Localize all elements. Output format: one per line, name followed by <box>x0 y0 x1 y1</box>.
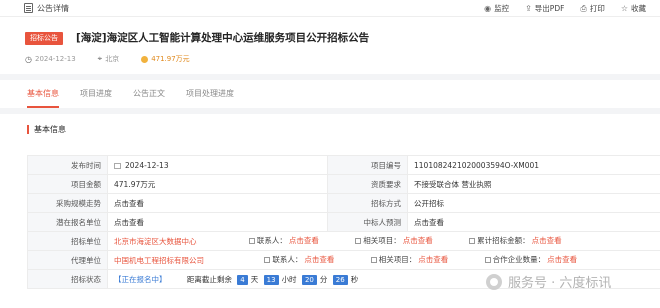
favorite-button[interactable]: ☆ 收藏 <box>621 3 646 14</box>
info-table: 发布时间 2024-12-13 项目编号 1101082421020003594… <box>27 155 660 289</box>
countdown-hours: 13 <box>263 274 279 285</box>
tenderer-related: 相关项目： 点击查看 <box>355 235 433 246</box>
agency-contact: 联系人： 点击查看 <box>264 254 334 265</box>
tenderer-org-link[interactable]: 北京市海淀区大数据中心 <box>114 236 197 247</box>
export-icon: ⇪ <box>525 4 532 13</box>
status-text: 【正在报名中】 <box>114 274 167 284</box>
table-row: 发布时间 2024-12-13 项目编号 1101082421020003594… <box>27 155 660 175</box>
page-heading: 公告详情 <box>24 3 69 14</box>
watermark: 服务号 · 六度标讯 <box>486 272 611 291</box>
region: ⌖ 北京 <box>97 54 120 63</box>
value-project-amount: 471.97万元 <box>107 174 328 194</box>
star-icon: ☆ <box>620 4 628 13</box>
tab-bar: 基本信息 项目进度 公告正文 项目处理进度 <box>0 80 660 108</box>
print-button[interactable]: ⎙ 打印 <box>580 3 604 14</box>
deadline-label: 距离截止剩余 <box>186 274 232 284</box>
notice-header: 招标公告 [海淀]海淀区人工智能计算处理中心运维服务项目公开招标公告 ◷ 2024… <box>0 17 660 74</box>
agency-contact-link[interactable]: 点击查看 <box>304 254 334 265</box>
checkbox-icon <box>469 237 476 244</box>
checkbox-icon <box>484 256 491 263</box>
agency-related: 相关项目： 点击查看 <box>370 254 448 265</box>
agency-org-link[interactable]: 中国机电工程招标有限公司 <box>114 255 204 266</box>
label-bid-method: 招标方式 <box>327 193 408 213</box>
value-bid-method: 公开招标 <box>407 193 660 213</box>
table-row: 项目金额 471.97万元 资质要求 不接受联合体 营业执照 <box>27 174 660 194</box>
procurement-trend-link[interactable]: 点击查看 <box>107 193 328 213</box>
label-qualification: 资质要求 <box>327 174 408 194</box>
label-tenderer: 招标单位 <box>27 231 108 251</box>
checkbox-icon <box>370 256 377 263</box>
wechat-icon <box>486 273 502 290</box>
label-potential-bidders: 潜在报名单位 <box>27 212 108 232</box>
tenderer-contact-link[interactable]: 点击查看 <box>289 235 319 246</box>
calendar-icon <box>114 162 121 169</box>
agency-related-link[interactable]: 点击查看 <box>418 254 448 265</box>
notice-meta: ◷ 2024-12-13 ⌖ 北京 471.97万元 <box>25 54 190 64</box>
value-qualification: 不接受联合体 营业执照 <box>407 174 660 194</box>
agency-partners-link[interactable]: 点击查看 <box>547 254 577 265</box>
label-procurement-trend: 采购规模走势 <box>27 193 108 213</box>
table-row: 采购规模走势 点击查看 招标方式 公开招标 <box>27 193 660 213</box>
checkbox-icon <box>264 256 271 263</box>
notice-type-badge: 招标公告 <box>25 32 63 45</box>
table-row: 潜在报名单位 点击查看 中标人预测 点击查看 <box>27 212 660 232</box>
tab-notice-body[interactable]: 公告正文 <box>133 80 165 108</box>
countdown-seconds: 26 <box>332 274 348 285</box>
winner-prediction-link[interactable]: 点击查看 <box>407 212 660 232</box>
page-title: 公告详情 <box>37 3 69 13</box>
tab-project-progress[interactable]: 项目进度 <box>80 80 112 108</box>
document-icon <box>24 3 33 13</box>
countdown-days: 4 <box>237 274 248 285</box>
coin-icon <box>141 55 149 63</box>
monitor-icon: ◉ <box>484 4 492 13</box>
amount: 471.97万元 <box>141 54 190 64</box>
export-pdf-button[interactable]: ⇪ 导出PDF <box>525 3 564 14</box>
label-project-number: 项目编号 <box>327 155 408 175</box>
calendar-icon: ◷ <box>25 54 32 64</box>
value-publish-time: 2024-12-13 <box>107 155 328 175</box>
countdown-minutes: 20 <box>301 274 317 285</box>
label-publish-time: 发布时间 <box>27 155 108 175</box>
print-icon: ⎙ <box>580 3 587 13</box>
toolbar-actions: ◉ 监控 ⇪ 导出PDF ⎙ 打印 ☆ 收藏 <box>484 0 646 17</box>
label-winner-prediction: 中标人预测 <box>327 212 408 232</box>
label-bid-status: 招标状态 <box>27 269 108 289</box>
tab-processing-progress[interactable]: 项目处理进度 <box>186 80 234 108</box>
tenderer-total: 累计招标金额： 点击查看 <box>469 235 562 246</box>
section-marker <box>27 125 29 134</box>
tenderer-contact: 联系人： 点击查看 <box>248 235 319 246</box>
tenderer-total-link[interactable]: 点击查看 <box>532 235 562 246</box>
tab-basic-info[interactable]: 基本信息 <box>27 80 59 108</box>
potential-bidders-link[interactable]: 点击查看 <box>107 212 328 232</box>
label-project-amount: 项目金额 <box>27 174 108 194</box>
value-tenderer: 北京市海淀区大数据中心 联系人： 点击查看 相关项目： 点击查看 累计招标金额： 点击… <box>107 231 660 251</box>
table-row: 招标单位 北京市海淀区大数据中心 联系人： 点击查看 相关项目： 点击查看 累计招标… <box>27 231 660 251</box>
notice-title: [海淀]海淀区人工智能计算处理中心运维服务项目公开招标公告 <box>76 32 370 44</box>
section-heading: 基本信息 <box>27 124 66 135</box>
checkbox-icon <box>248 237 255 244</box>
table-row: 代理单位 中国机电工程招标有限公司 联系人： 点击查看 相关项目： 点击查看 合作企… <box>27 250 660 270</box>
publish-date: ◷ 2024-12-13 <box>25 54 76 64</box>
monitor-button[interactable]: ◉ 监控 <box>484 3 509 14</box>
checkbox-icon <box>355 237 362 244</box>
agency-partners: 合作企业数量： 点击查看 <box>484 254 577 265</box>
value-agency: 中国机电工程招标有限公司 联系人： 点击查看 相关项目： 点击查看 合作企业数量：点… <box>107 250 660 270</box>
tenderer-related-link[interactable]: 点击查看 <box>403 235 433 246</box>
top-bar: 公告详情 ◉ 监控 ⇪ 导出PDF ⎙ 打印 ☆ 收藏 <box>0 0 660 17</box>
value-project-number: 1101082421020003594O-XM001 <box>407 155 660 175</box>
location-icon: ⌖ <box>97 54 103 63</box>
label-agency: 代理单位 <box>27 250 108 270</box>
